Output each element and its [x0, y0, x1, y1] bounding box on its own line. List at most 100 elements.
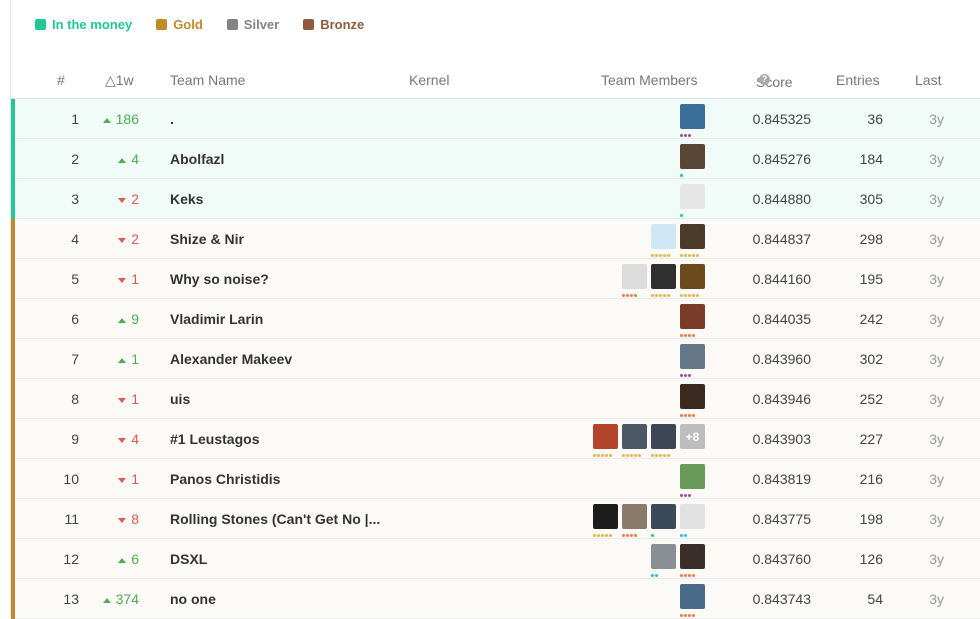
avatar[interactable] — [593, 424, 618, 457]
table-row[interactable]: 3 2 Keks 0.844880 305 3y — [11, 179, 980, 219]
table-row[interactable]: 11 8 Rolling Stones (Can't Get No |... 0.84… — [11, 499, 980, 539]
last-submission-cell: 3y — [929, 191, 944, 207]
team-name-link[interactable]: #1 Leustagos — [170, 431, 410, 447]
team-name-link[interactable]: Keks — [170, 191, 410, 207]
avatar[interactable] — [651, 264, 676, 297]
medal-legend: In the money Gold Silver Bronze — [35, 16, 364, 32]
tier-dot — [667, 254, 670, 257]
rank-cell: 13 — [63, 591, 79, 607]
avatar[interactable] — [680, 184, 705, 217]
legend-item-gold: Gold — [156, 16, 203, 32]
table-row[interactable]: 12 6 DSXL 0.843760 126 3y — [11, 539, 980, 579]
team-name-link[interactable]: Shize & Nir — [170, 231, 410, 247]
avatar[interactable] — [622, 424, 647, 457]
team-name-link[interactable]: DSXL — [170, 551, 410, 567]
header-last[interactable]: Last — [915, 72, 941, 88]
tier-dot — [688, 494, 691, 497]
team-members — [622, 264, 705, 297]
tier-dot — [601, 534, 604, 537]
avatar[interactable] — [651, 504, 676, 537]
entries-cell: 252 — [859, 391, 883, 407]
rank-change: 2 — [91, 191, 139, 207]
avatar[interactable] — [680, 264, 705, 297]
tier-dot — [597, 454, 600, 457]
team-members — [651, 544, 705, 577]
help-icon[interactable]: ? — [759, 74, 770, 85]
avatar[interactable] — [680, 464, 705, 497]
avatar[interactable] — [680, 144, 705, 177]
rank-change: 1 — [91, 351, 139, 367]
team-name-link[interactable]: Alexander Makeev — [170, 351, 410, 367]
avatar[interactable] — [680, 104, 705, 137]
table-row[interactable]: 7 1 Alexander Makeev 0.843960 302 3y — [11, 339, 980, 379]
avatar[interactable] — [680, 304, 705, 337]
tier-dot — [684, 254, 687, 257]
table-row[interactable]: 5 1 Why so noise? 0.844160 195 3y — [11, 259, 980, 299]
tier-dots — [680, 291, 700, 297]
header-entries[interactable]: Entries — [836, 72, 880, 88]
table-row[interactable]: 2 4 Abolfazl 0.845276 184 3y — [11, 139, 980, 179]
tier-dot — [696, 294, 699, 297]
tier-dot — [684, 414, 687, 417]
tier-dots — [651, 291, 671, 297]
rank-change-value: 9 — [131, 311, 139, 327]
score-cell: 0.843960 — [752, 351, 811, 367]
avatar[interactable] — [680, 584, 705, 617]
team-name-link[interactable]: no one — [170, 591, 410, 607]
table-row[interactable]: 10 1 Panos Christidis 0.843819 216 3y — [11, 459, 980, 499]
tier-dot — [680, 134, 683, 137]
avatar[interactable] — [680, 544, 705, 577]
avatar[interactable] — [651, 544, 676, 577]
avatar[interactable] — [680, 344, 705, 377]
tier-dots — [680, 491, 692, 497]
team-name-link[interactable]: Rolling Stones (Can't Get No |... — [170, 511, 410, 527]
table-row[interactable]: 13 374 no one 0.843743 54 3y — [11, 579, 980, 619]
table-row[interactable]: 8 1 uis 0.843946 252 3y — [11, 379, 980, 419]
table-row[interactable]: 4 2 Shize & Nir 0.844837 298 3y — [11, 219, 980, 259]
tier-dots — [680, 611, 696, 617]
team-name-link[interactable]: Why so noise? — [170, 271, 410, 287]
rank-change: 2 — [91, 231, 139, 247]
team-members: +8 — [593, 424, 705, 457]
table-row[interactable]: 9 4 #1 Leustagos +8 0.843903 227 3y — [11, 419, 980, 459]
rank-cell: 6 — [71, 311, 79, 327]
medal-bar — [11, 299, 15, 339]
last-submission-cell: 3y — [929, 511, 944, 527]
legend-item-silver: Silver — [226, 16, 279, 32]
table-row[interactable]: 6 9 Vladimir Larin 0.844035 242 3y — [11, 299, 980, 339]
tier-dot — [609, 454, 612, 457]
tier-dot — [622, 294, 625, 297]
team-name-link[interactable]: Abolfazl — [170, 151, 410, 167]
avatar[interactable] — [680, 384, 705, 417]
avatar[interactable] — [651, 224, 676, 257]
tier-dot — [696, 254, 699, 257]
tier-dot — [667, 454, 670, 457]
team-name-link[interactable]: . — [170, 111, 410, 127]
tier-dot — [655, 254, 658, 257]
last-submission-cell: 3y — [929, 231, 944, 247]
tier-dot — [663, 254, 666, 257]
avatar[interactable] — [651, 424, 676, 457]
tier-dot — [680, 334, 683, 337]
rank-change-value: 1 — [131, 351, 139, 367]
tier-dot — [692, 414, 695, 417]
arrow-down-icon — [118, 277, 127, 283]
tier-dot — [688, 334, 691, 337]
avatar[interactable] — [622, 264, 647, 297]
tier-dot — [593, 454, 596, 457]
arrow-up-icon — [118, 557, 127, 563]
last-submission-cell: 3y — [929, 471, 944, 487]
more-members-badge[interactable]: +8 — [680, 424, 705, 449]
team-name-link[interactable]: Vladimir Larin — [170, 311, 410, 327]
entries-cell: 305 — [859, 191, 883, 207]
avatar[interactable] — [622, 504, 647, 537]
avatar[interactable] — [593, 504, 618, 537]
avatar[interactable] — [680, 224, 705, 257]
team-name-link[interactable]: Panos Christidis — [170, 471, 410, 487]
score-cell: 0.843760 — [752, 551, 811, 567]
table-row[interactable]: 1 186. 0.845325 36 3y — [11, 99, 980, 139]
avatar[interactable] — [680, 504, 705, 537]
team-members — [680, 384, 705, 417]
team-name-link[interactable]: uis — [170, 391, 410, 407]
header-team-name[interactable]: Team Name — [170, 72, 245, 88]
